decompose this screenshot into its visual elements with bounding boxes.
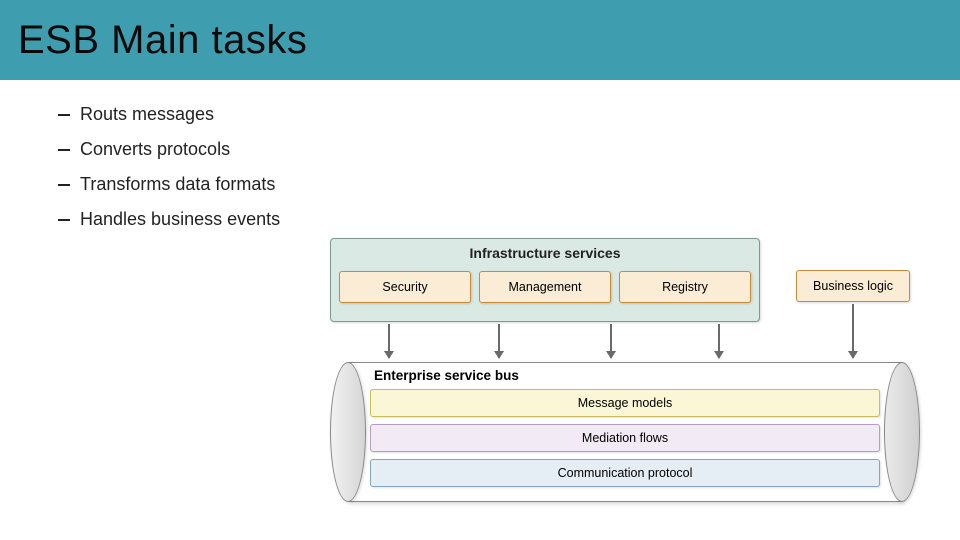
bullet-list: Routs messages Converts protocols Transf… bbox=[58, 104, 960, 230]
arrow-down-icon bbox=[718, 324, 720, 358]
list-item: Converts protocols bbox=[58, 139, 960, 160]
dash-icon bbox=[58, 114, 70, 116]
dash-icon bbox=[58, 149, 70, 151]
dash-icon bbox=[58, 219, 70, 221]
infra-children: Security Management Registry bbox=[331, 261, 759, 303]
esb-diagram: Infrastructure services Security Managem… bbox=[330, 238, 930, 518]
esb-inner: Enterprise service bus Message models Me… bbox=[370, 368, 880, 494]
esb-title: Enterprise service bus bbox=[370, 368, 880, 383]
bullet-text: Transforms data formats bbox=[80, 174, 275, 195]
management-box: Management bbox=[479, 271, 611, 303]
list-item: Transforms data formats bbox=[58, 174, 960, 195]
slide-title: ESB Main tasks bbox=[18, 18, 307, 63]
list-item: Routs messages bbox=[58, 104, 960, 125]
title-bar: ESB Main tasks bbox=[0, 0, 960, 80]
communication-protocol-row: Communication protocol bbox=[370, 459, 880, 487]
mediation-flows-row: Mediation flows bbox=[370, 424, 880, 452]
message-models-row: Message models bbox=[370, 389, 880, 417]
bullet-text: Handles business events bbox=[80, 209, 280, 230]
registry-box: Registry bbox=[619, 271, 751, 303]
arrow-down-icon bbox=[388, 324, 390, 358]
esb-cylinder: Enterprise service bus Message models Me… bbox=[330, 362, 920, 502]
bullet-text: Converts protocols bbox=[80, 139, 230, 160]
cylinder-cap-left bbox=[330, 362, 366, 502]
list-item: Handles business events bbox=[58, 209, 960, 230]
security-box: Security bbox=[339, 271, 471, 303]
infrastructure-services-box: Infrastructure services Security Managem… bbox=[330, 238, 760, 322]
arrow-down-icon bbox=[852, 304, 854, 358]
infra-title: Infrastructure services bbox=[331, 245, 759, 261]
dash-icon bbox=[58, 184, 70, 186]
business-logic-box: Business logic bbox=[796, 270, 910, 302]
arrow-down-icon bbox=[498, 324, 500, 358]
arrow-down-icon bbox=[610, 324, 612, 358]
cylinder-cap-right bbox=[884, 362, 920, 502]
bullet-text: Routs messages bbox=[80, 104, 214, 125]
